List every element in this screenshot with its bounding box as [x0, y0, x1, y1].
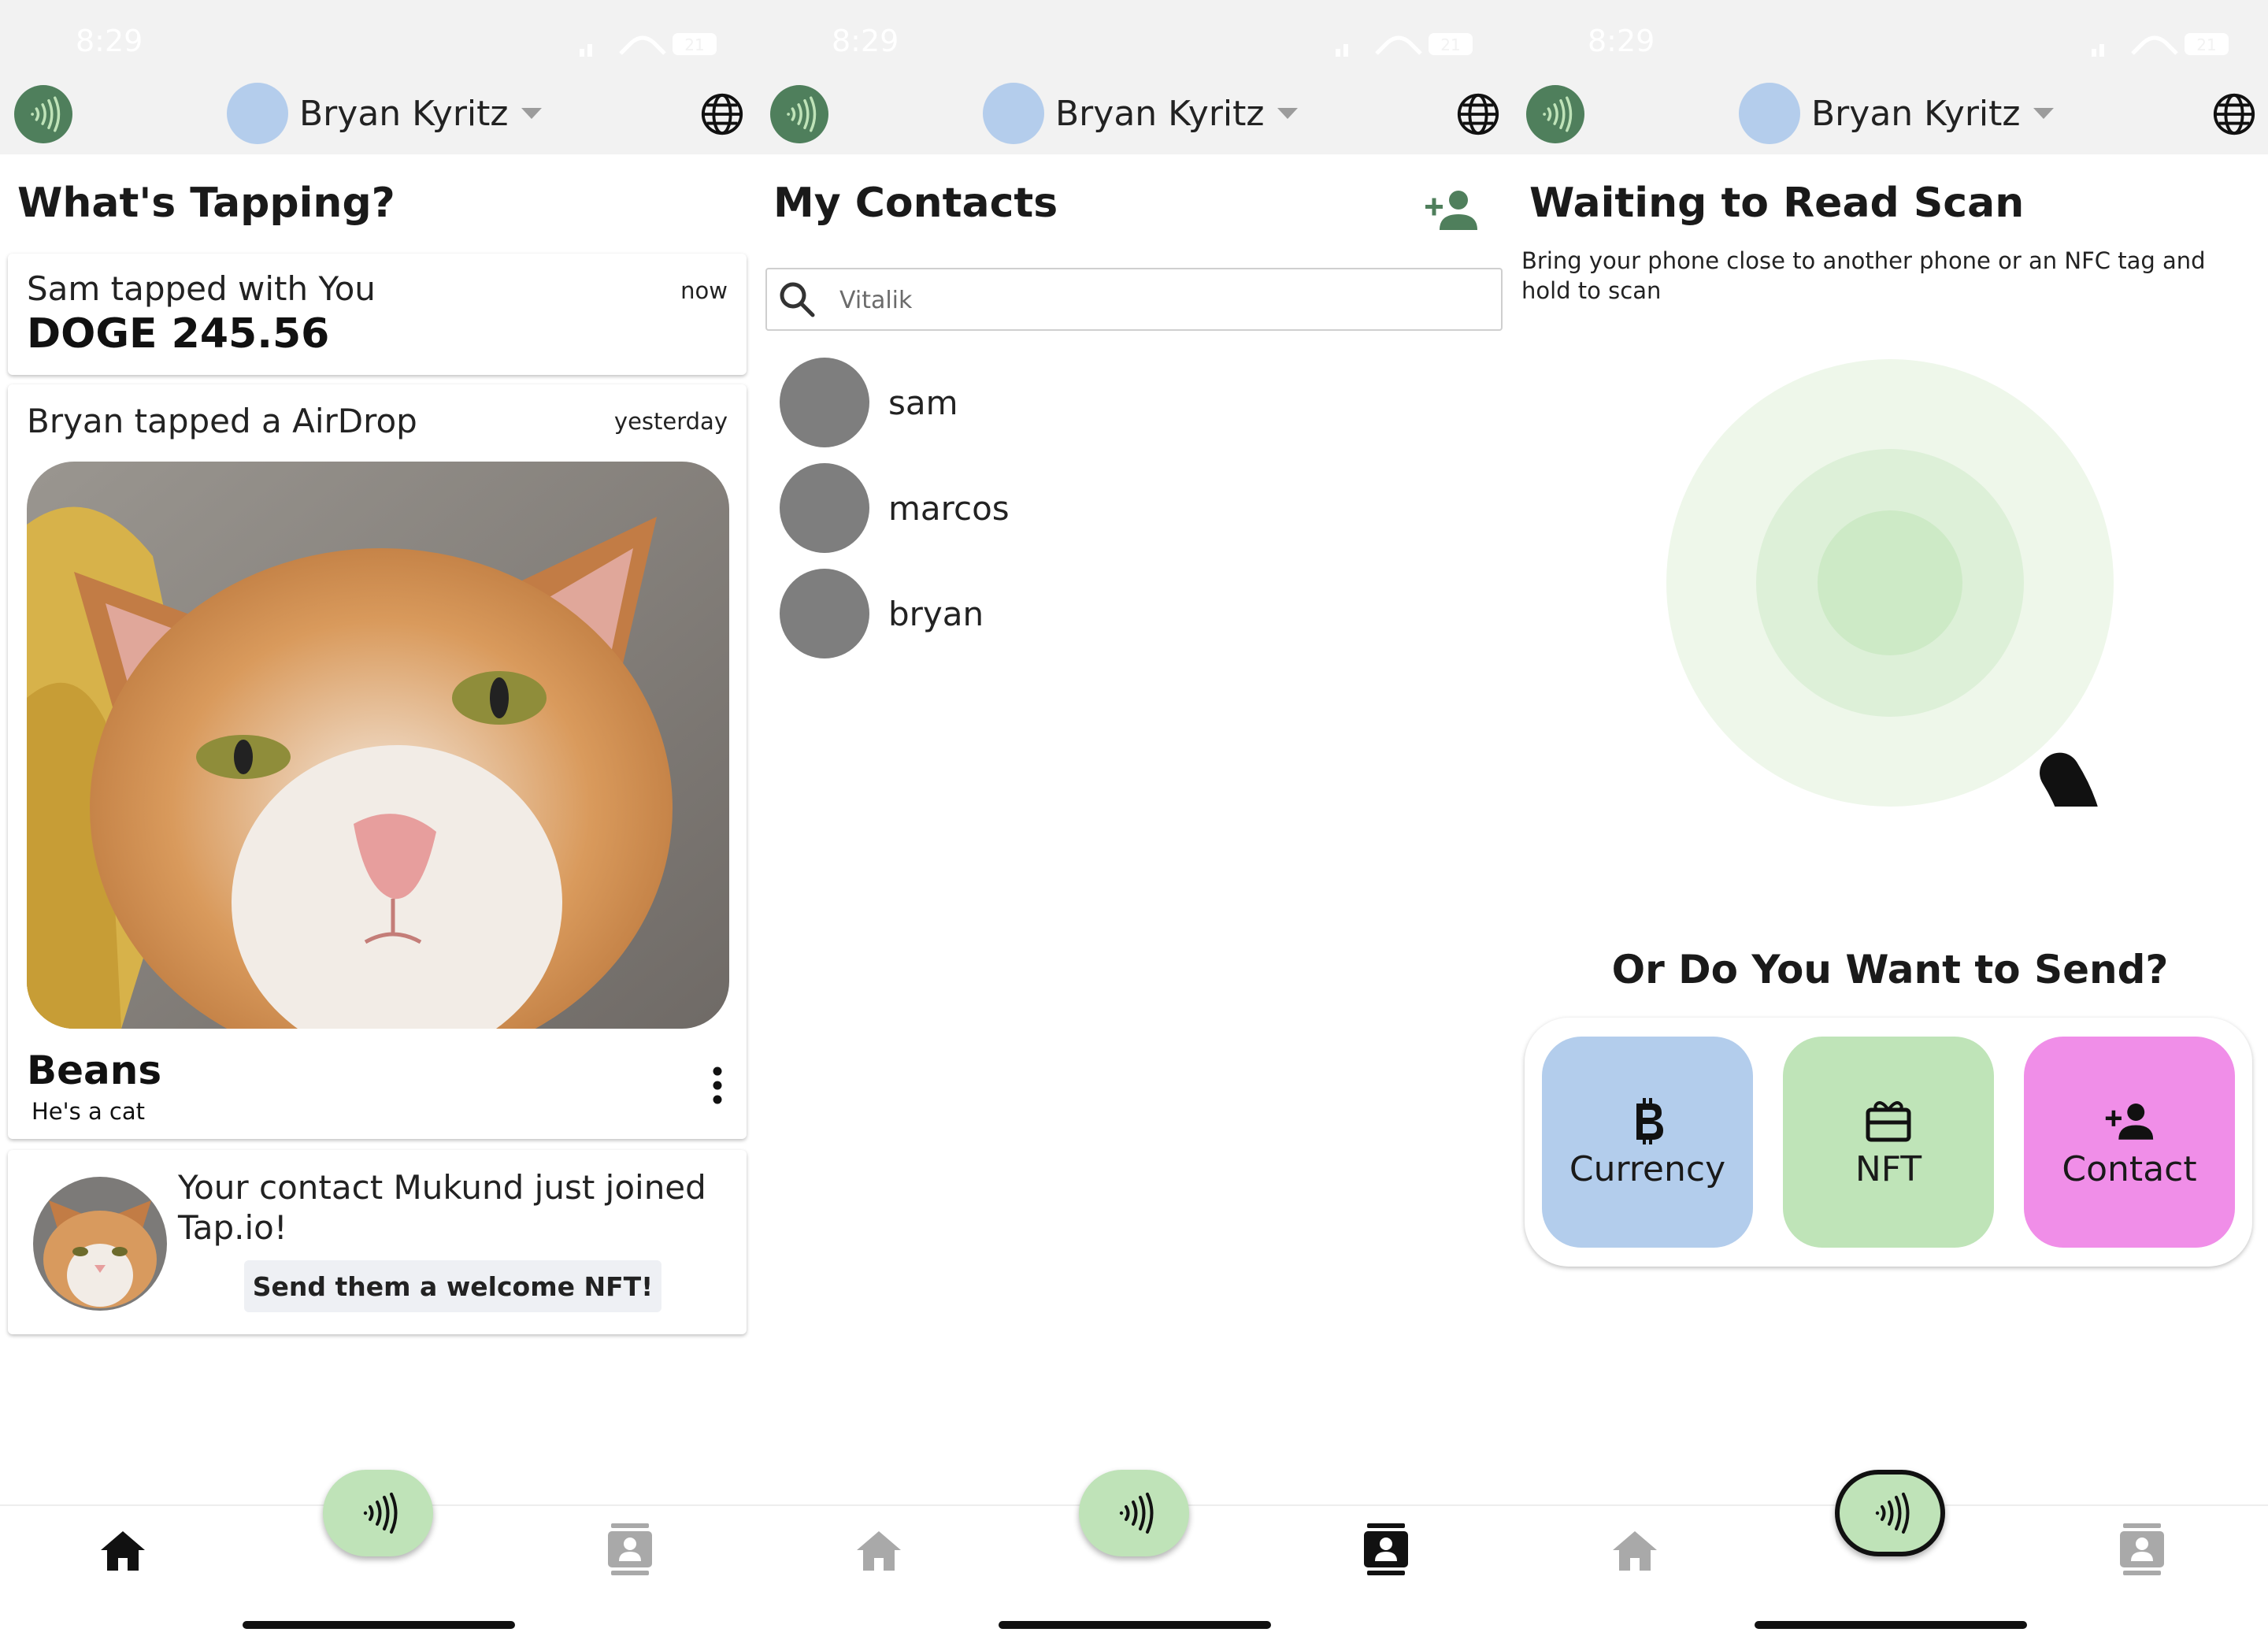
feed-text: Bryan tapped a AirDrop	[27, 402, 417, 440]
user-name: Bryan Kyritz	[1055, 93, 1265, 134]
nfc-icon	[779, 94, 820, 135]
send-options: Currency NFT Contact	[1525, 1018, 2252, 1267]
page-title: My Contacts	[773, 180, 1058, 227]
contact-name: bryan	[888, 594, 984, 633]
globe-icon[interactable]	[1455, 91, 1501, 137]
contacts-icon[interactable]	[1362, 1523, 1410, 1575]
search-icon	[780, 282, 815, 317]
account-switcher[interactable]: Bryan Kyritz	[227, 82, 542, 145]
contacts-icon[interactable]	[606, 1523, 654, 1575]
send-nft-button[interactable]: NFT	[1783, 1037, 1994, 1248]
globe-icon[interactable]	[2211, 91, 2257, 137]
app-header: 8:29 21 Bryan Kyritz	[756, 0, 1512, 154]
tap-button[interactable]	[1079, 1470, 1189, 1556]
tapio-logo[interactable]	[770, 85, 828, 143]
user-name: Bryan Kyritz	[299, 93, 509, 134]
feed-card-tap[interactable]: Sam tapped with You now DOGE 245.56	[8, 254, 747, 375]
scan-instructions: Bring your phone close to another phone …	[1521, 247, 2206, 304]
scan-screen: 8:29 21 Bryan Kyritz Waiting to Read Sca…	[1512, 0, 2268, 1647]
search-box	[765, 268, 1503, 331]
feed-time: now	[680, 277, 728, 304]
globe-icon[interactable]	[699, 91, 745, 137]
nft-name: Beans	[27, 1048, 162, 1093]
user-name: Bryan Kyritz	[1811, 93, 2021, 134]
battery-level: 21	[1440, 35, 1460, 54]
user-avatar	[227, 83, 288, 144]
status-time: 8:29	[76, 24, 143, 58]
home-screen: 8:29 21 Bryan Kyritz What's Tapping? Sam…	[0, 0, 756, 1647]
status-time: 8:29	[1588, 24, 1655, 58]
cat-avatar-image	[33, 1177, 167, 1311]
tap-button[interactable]	[1835, 1470, 1945, 1556]
page-title: Waiting to Read Scan	[1529, 180, 2025, 227]
contacts-screen: 8:29 21 Bryan Kyritz My Contacts sam m	[756, 0, 1512, 1647]
caret-down-icon	[521, 108, 542, 119]
feed-card-airdrop[interactable]: Bryan tapped a AirDrop yesterday Beans H…	[8, 384, 747, 1139]
scan-animation	[1666, 359, 2114, 807]
home-indicator	[999, 1621, 1271, 1629]
status-icons: 21	[2092, 33, 2229, 57]
user-avatar	[983, 83, 1044, 144]
nft-image[interactable]	[27, 462, 729, 1029]
home-indicator	[243, 1621, 515, 1629]
battery-level: 21	[2196, 35, 2216, 54]
feed-amount: DOGE 245.56	[27, 310, 330, 358]
contact-item[interactable]: sam	[780, 358, 958, 447]
caret-down-icon	[1277, 108, 1298, 119]
contact-avatar	[33, 1177, 167, 1311]
gift-card-icon	[1866, 1100, 1911, 1141]
send-welcome-nft-button[interactable]: Send them a welcome NFT!	[244, 1260, 662, 1312]
join-message: Your contact Mukund just joined Tap.io!	[178, 1168, 706, 1247]
home-icon[interactable]	[98, 1528, 148, 1572]
battery-level: 21	[684, 35, 704, 54]
tap-button[interactable]	[323, 1470, 433, 1556]
tapio-logo[interactable]	[1526, 85, 1584, 143]
contacts-icon[interactable]	[2118, 1523, 2166, 1575]
person-add-icon	[2104, 1096, 2155, 1146]
home-icon[interactable]	[1610, 1528, 1660, 1572]
page-title: What's Tapping?	[17, 180, 395, 227]
user-avatar	[1739, 83, 1800, 144]
nfc-icon	[1866, 1489, 1914, 1537]
status-time: 8:29	[832, 24, 899, 58]
feed-card-joined[interactable]: Your contact Mukund just joined Tap.io! …	[8, 1150, 747, 1334]
send-contact-label: Contact	[2062, 1148, 2197, 1189]
send-currency-label: Currency	[1569, 1148, 1726, 1189]
nft-description: He's a cat	[32, 1098, 146, 1125]
status-icons: 21	[1336, 33, 1473, 57]
add-contact-icon[interactable]	[1424, 186, 1479, 233]
caret-down-icon	[2033, 108, 2054, 119]
contact-name: marcos	[888, 488, 1010, 528]
feed-text: Sam tapped with You	[27, 269, 376, 308]
cat-photo	[27, 462, 729, 1029]
account-switcher[interactable]: Bryan Kyritz	[1739, 82, 2054, 145]
contact-item[interactable]: marcos	[780, 463, 1010, 553]
send-currency-button[interactable]: Currency	[1542, 1037, 1753, 1248]
nfc-icon	[1535, 94, 1576, 135]
nfc-icon	[1110, 1489, 1158, 1537]
status-icons: 21	[580, 33, 717, 57]
contact-avatar	[780, 569, 869, 658]
home-indicator	[1755, 1621, 2027, 1629]
send-nft-label: NFT	[1855, 1148, 1922, 1189]
contact-avatar	[780, 463, 869, 553]
send-heading: Or Do You Want to Send?	[1611, 947, 2169, 992]
home-icon[interactable]	[854, 1528, 904, 1572]
nfc-icon	[354, 1489, 402, 1537]
account-switcher[interactable]: Bryan Kyritz	[983, 82, 1298, 145]
nfc-icon	[23, 94, 64, 135]
tapio-logo[interactable]	[14, 85, 72, 143]
send-contact-button[interactable]: Contact	[2024, 1037, 2235, 1248]
more-vert-icon[interactable]	[712, 1066, 723, 1104]
bitcoin-icon	[1636, 1097, 1663, 1144]
search-input[interactable]	[838, 269, 1487, 331]
contact-name: sam	[888, 383, 958, 422]
app-header: 8:29 21 Bryan Kyritz	[0, 0, 756, 154]
contact-avatar	[780, 358, 869, 447]
feed-time: yesterday	[613, 408, 728, 435]
app-header: 8:29 21 Bryan Kyritz	[1512, 0, 2268, 154]
contact-item[interactable]: bryan	[780, 569, 984, 658]
